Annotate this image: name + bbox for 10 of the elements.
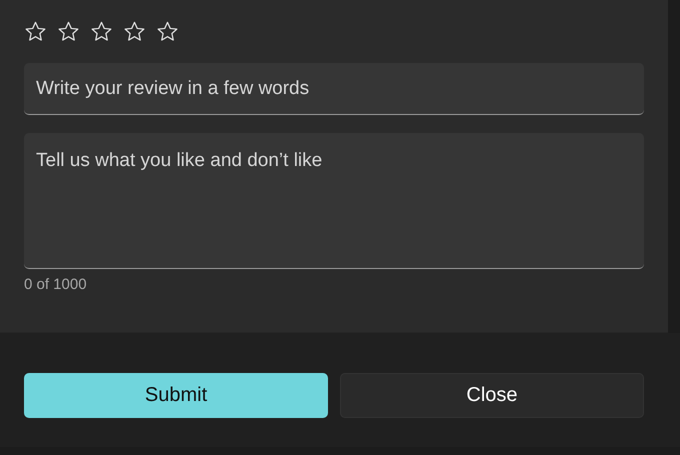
star-icon[interactable] (123, 20, 146, 43)
character-counter: 0 of 1000 (24, 275, 88, 295)
submit-button[interactable]: Submit (24, 372, 328, 418)
star-icon[interactable] (90, 20, 113, 43)
review-text-area[interactable]: Tell us what you like and don’t like (24, 133, 644, 269)
title-field[interactable]: Write your review in a few words (24, 63, 644, 115)
star-icon[interactable] (57, 20, 80, 43)
star-icon[interactable] (156, 20, 179, 43)
close-button[interactable]: Close (340, 372, 644, 418)
star-icon[interactable] (24, 20, 47, 43)
